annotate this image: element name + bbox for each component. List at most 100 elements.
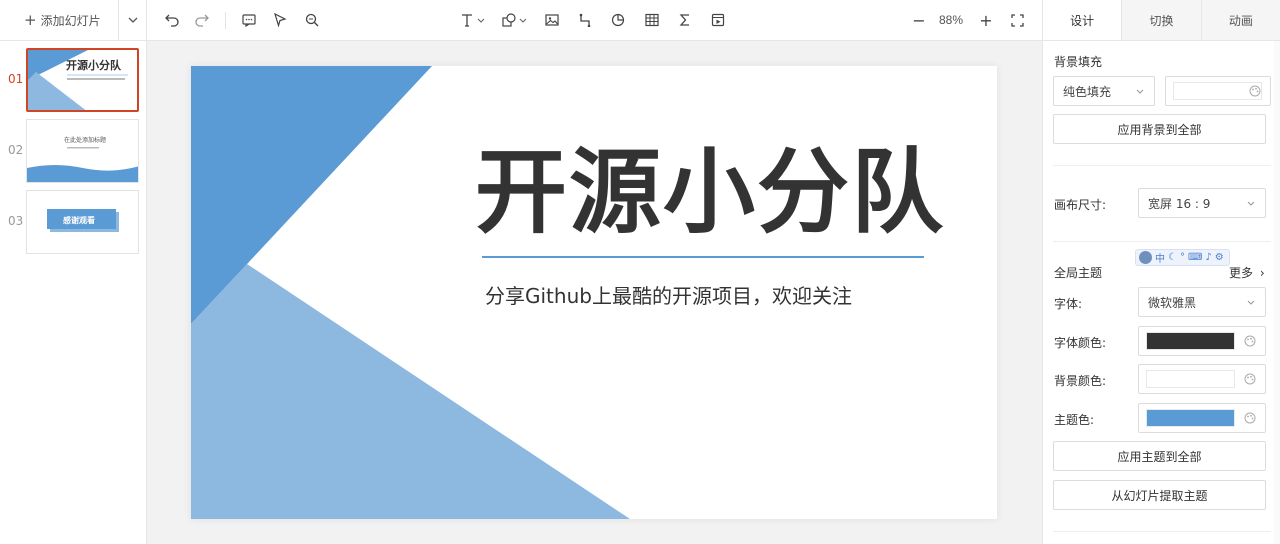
palette-icon [1244, 412, 1256, 424]
ime-keyboard-icon: ⌨ [1187, 252, 1203, 263]
insert-chart-button[interactable] [608, 10, 628, 30]
panel-scrollbar[interactable] [1274, 41, 1280, 544]
select-cursor-icon [274, 13, 287, 27]
ime-mode-label: 中 [1155, 254, 1165, 265]
slide-subtitle[interactable]: 分享Github上最酷的开源项目，欢迎关注 [485, 280, 852, 309]
palette-icon [1244, 373, 1256, 385]
undo-icon [165, 14, 179, 27]
ime-toolbar[interactable]: 中 ☾ ° ⌨ ♪ ⚙ [1135, 249, 1230, 266]
chevron-down-icon [477, 18, 485, 23]
thumbnail-3-title: 感谢观看 [63, 215, 95, 225]
bg-color-label: 背景颜色: [1054, 374, 1107, 388]
editor-canvas[interactable]: 开源小分队 分享Github上最酷的开源项目，欢迎关注 [147, 41, 1042, 544]
chevron-down-icon [1247, 300, 1255, 305]
fill-type-value: 纯色填充 [1063, 84, 1112, 99]
plus-icon: + [24, 11, 37, 29]
theme-color-label: 主题色: [1054, 413, 1095, 427]
tab-animation[interactable]: 动画 [1200, 0, 1280, 40]
top-toolbar: − 88% + [147, 0, 1042, 41]
thumbnail-1-graphic: 开源小分队 [28, 50, 128, 110]
canvas-size-value: 宽屏 16 : 9 [1148, 196, 1211, 211]
chevron-down-icon [1136, 89, 1144, 94]
font-label: 字体: [1054, 297, 1083, 311]
ime-moon-icon: ☾ [1168, 252, 1177, 263]
more-themes-link[interactable]: 更多 › [1229, 264, 1265, 281]
canvas-size-label: 画布尺寸: [1054, 198, 1107, 212]
table-icon [645, 13, 659, 27]
shape-dropdown-button[interactable] [517, 10, 529, 30]
slide-thumbnail-panel: + 添加幻灯片 01 开源小分队 02 在此处添加标题 03 感谢观看 [0, 0, 147, 544]
ime-logo-icon [1139, 251, 1152, 264]
thumbnail-1-title: 开源小分队 [66, 58, 122, 72]
image-icon [545, 14, 559, 26]
panel-divider [1053, 241, 1271, 242]
select-button[interactable] [270, 10, 290, 30]
add-slide-bar: + 添加幻灯片 [0, 0, 146, 41]
redo-button[interactable] [192, 10, 212, 30]
search-icon [305, 13, 319, 27]
palette-icon [1244, 335, 1256, 347]
theme-color-picker[interactable] [1138, 403, 1266, 433]
insert-media-button[interactable] [708, 10, 728, 30]
fullscreen-icon [1010, 13, 1024, 27]
slide-thumbnail-2[interactable]: 在此处添加标题 [26, 119, 139, 183]
zoom-in-button[interactable]: + [976, 10, 996, 30]
insert-formula-button[interactable] [675, 10, 695, 30]
tab-transition[interactable]: 切换 [1121, 0, 1201, 40]
tab-design[interactable]: 设计 [1043, 0, 1122, 40]
slide-canvas[interactable]: 开源小分队 分享Github上最酷的开源项目，欢迎关注 [191, 66, 997, 519]
fullscreen-button[interactable] [1007, 10, 1027, 30]
chevron-down-icon [519, 18, 527, 23]
add-slide-label: 添加幻灯片 [40, 13, 101, 28]
slide-thumbnail-row: 01 开源小分队 [0, 48, 147, 112]
text-dropdown-button[interactable] [475, 10, 487, 30]
formula-icon [679, 14, 689, 26]
thumbnail-2-title: 在此处添加标题 [64, 136, 106, 144]
theme-color-swatch [1146, 409, 1235, 427]
font-color-label: 字体颜色: [1054, 336, 1107, 350]
slide-thumbnail-1[interactable]: 开源小分队 [26, 48, 139, 112]
undo-button[interactable] [162, 10, 182, 30]
insert-shape-button[interactable] [499, 10, 519, 30]
palette-icon [1249, 85, 1261, 97]
redo-icon [195, 14, 209, 27]
bg-color-picker[interactable] [1138, 364, 1266, 394]
chevron-down-icon [128, 17, 137, 23]
comment-icon [242, 14, 256, 27]
slide-number: 01 [8, 72, 24, 86]
font-value: 微软雅黑 [1148, 295, 1197, 310]
apply-theme-all-button[interactable]: 应用主题到全部 [1053, 441, 1266, 471]
slide-title[interactable]: 开源小分队 [475, 118, 945, 251]
slide-thumbnail-3[interactable]: 感谢观看 [26, 190, 139, 254]
add-slide-dropdown-button[interactable] [118, 0, 146, 41]
slide-thumbnail-row: 02 在此处添加标题 [0, 119, 147, 183]
thumbnail-3-graphic: 感谢观看 [47, 209, 119, 232]
line-icon [579, 13, 591, 27]
apply-background-all-button[interactable]: 应用背景到全部 [1053, 114, 1266, 144]
insert-text-button[interactable] [457, 10, 477, 30]
font-select[interactable]: 微软雅黑 [1138, 287, 1266, 317]
background-color-picker[interactable] [1165, 76, 1271, 106]
toolbar-divider [225, 12, 226, 29]
bg-color-swatch [1146, 370, 1235, 388]
minus-icon: − [912, 10, 926, 30]
ime-gear-icon: ⚙ [1214, 252, 1224, 263]
chevron-right-icon: › [1259, 266, 1265, 280]
insert-table-button[interactable] [642, 10, 662, 30]
canvas-size-select[interactable]: 宽屏 16 : 9 [1138, 188, 1266, 218]
font-color-picker[interactable] [1138, 326, 1266, 356]
title-divider-line[interactable] [482, 256, 924, 258]
zoom-out-button[interactable]: − [909, 10, 929, 30]
slide-number: 02 [8, 143, 24, 157]
shape-icon [502, 13, 516, 27]
ime-mic-icon: ♪ [1205, 252, 1212, 263]
zoom-search-button[interactable] [302, 10, 322, 30]
insert-image-button[interactable] [542, 10, 562, 30]
extract-theme-button[interactable]: 从幻灯片提取主题 [1053, 480, 1266, 510]
chevron-down-icon [1247, 201, 1255, 206]
chart-icon [611, 13, 625, 27]
add-slide-button[interactable]: + 添加幻灯片 [0, 0, 118, 41]
comment-button[interactable] [239, 10, 259, 30]
fill-type-select[interactable]: 纯色填充 [1053, 76, 1155, 106]
insert-line-button[interactable] [575, 10, 595, 30]
